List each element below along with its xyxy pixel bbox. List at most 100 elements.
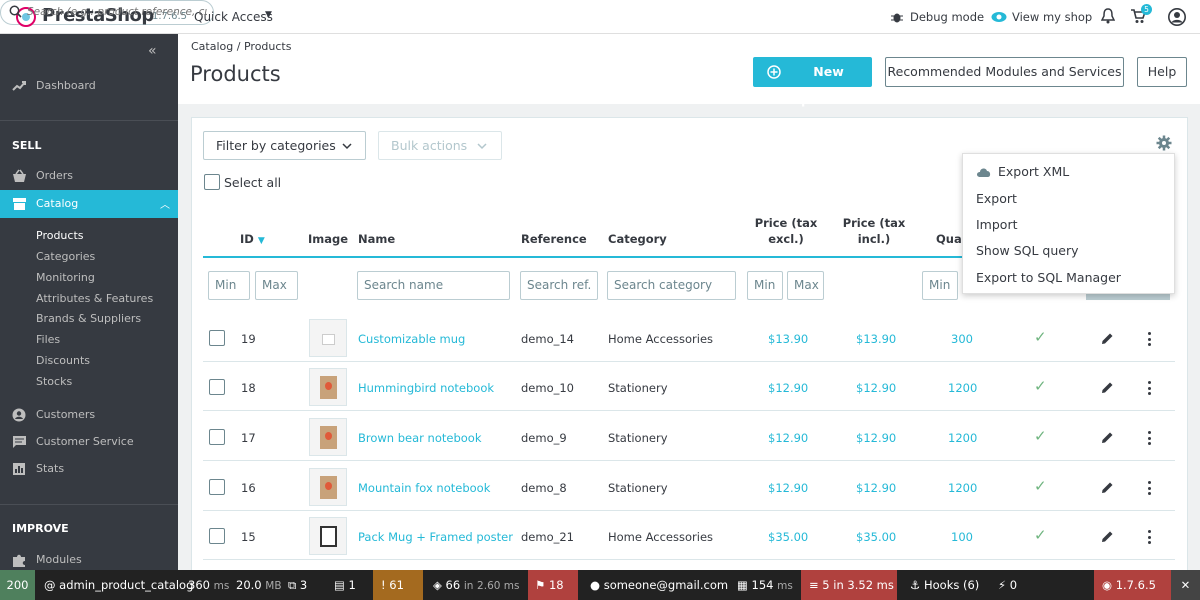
select-all-checkbox[interactable] bbox=[204, 174, 220, 190]
menu-item-import[interactable]: Import bbox=[976, 217, 1018, 232]
security-panel[interactable]: ⚑ 18 bbox=[528, 570, 578, 600]
request-time[interactable]: 360 ms bbox=[188, 570, 229, 600]
sidebar-sub-products[interactable]: Products bbox=[36, 229, 84, 242]
more-actions-icon[interactable] bbox=[1148, 431, 1151, 445]
more-actions-icon[interactable] bbox=[1148, 481, 1151, 495]
column-header-price-excl[interactable]: Price (tax excl.) bbox=[754, 216, 818, 246]
product-quantity[interactable]: 1200 bbox=[948, 381, 977, 395]
status-code[interactable]: 200 bbox=[0, 570, 35, 600]
edit-pencil-icon[interactable] bbox=[1101, 332, 1114, 345]
edit-pencil-icon[interactable] bbox=[1101, 431, 1114, 444]
edit-pencil-icon[interactable] bbox=[1101, 481, 1114, 494]
bulk-actions-dropdown[interactable]: Bulk actions bbox=[378, 131, 502, 160]
row-checkbox[interactable] bbox=[209, 528, 225, 544]
row-checkbox[interactable] bbox=[209, 379, 225, 395]
new-product-button[interactable]: New product bbox=[753, 57, 872, 107]
sort-desc-icon[interactable]: ▼ bbox=[258, 236, 265, 246]
debug-mode-link[interactable]: Debug mode bbox=[910, 10, 984, 24]
sidebar-item-customer-service[interactable]: Customer Service bbox=[0, 430, 178, 454]
column-header-price-incl[interactable]: Price (tax incl.) bbox=[842, 216, 906, 246]
logs-panel[interactable]: ! 61 bbox=[373, 570, 423, 600]
price-incl[interactable]: $12.90 bbox=[856, 381, 896, 395]
column-header-id[interactable]: ID ▼ bbox=[240, 232, 265, 246]
menu-item-show-sql[interactable]: Show SQL query bbox=[976, 243, 1079, 258]
edit-pencil-icon[interactable] bbox=[1101, 530, 1114, 543]
sidebar-item-stats[interactable]: Stats bbox=[0, 457, 178, 481]
price-incl[interactable]: $12.90 bbox=[856, 431, 896, 445]
product-thumbnail[interactable] bbox=[309, 468, 347, 506]
view-shop-link[interactable]: View my shop bbox=[1012, 10, 1092, 24]
search-input[interactable] bbox=[27, 3, 207, 20]
product-thumbnail[interactable] bbox=[309, 368, 347, 406]
price-incl[interactable]: $12.90 bbox=[856, 481, 896, 495]
sidebar-sub-stocks[interactable]: Stocks bbox=[36, 375, 72, 388]
sidebar-item-dashboard[interactable]: Dashboard bbox=[0, 74, 178, 98]
more-actions-icon[interactable] bbox=[1148, 332, 1151, 346]
product-name-link[interactable]: Pack Mug + Framed poster bbox=[358, 530, 513, 544]
database-panel[interactable]: ◈ 66 in 2.60 ms bbox=[433, 570, 519, 600]
filter-by-categories-dropdown[interactable]: Filter by categories bbox=[203, 131, 366, 160]
active-check-icon[interactable]: ✓ bbox=[1034, 477, 1047, 495]
active-check-icon[interactable]: ✓ bbox=[1034, 427, 1047, 445]
cache-panel[interactable]: ≡ 5 in 3.52 ms bbox=[801, 570, 897, 600]
filter-qty-min[interactable]: Min bbox=[922, 271, 958, 300]
price-incl[interactable]: $35.00 bbox=[856, 530, 896, 544]
memory-usage[interactable]: 20.0 MB bbox=[236, 570, 282, 600]
prestashop-version-panel[interactable]: ◉ 1.7.6.5 bbox=[1094, 570, 1171, 600]
product-thumbnail[interactable] bbox=[309, 319, 347, 357]
price-excl[interactable]: $12.90 bbox=[768, 481, 808, 495]
price-incl[interactable]: $13.90 bbox=[856, 332, 896, 346]
table-row[interactable] bbox=[203, 412, 1175, 461]
product-quantity[interactable]: 1200 bbox=[948, 431, 977, 445]
product-name-link[interactable]: Mountain fox notebook bbox=[358, 481, 490, 495]
price-excl[interactable]: $13.90 bbox=[768, 332, 808, 346]
active-check-icon[interactable]: ✓ bbox=[1034, 526, 1047, 544]
sidebar-item-orders[interactable]: Orders bbox=[0, 164, 178, 188]
sidebar-item-customers[interactable]: Customers bbox=[0, 403, 178, 427]
help-button[interactable]: Help bbox=[1137, 57, 1187, 87]
caret-down-icon[interactable]: ▼ bbox=[265, 10, 272, 20]
twig-panel[interactable]: ▤ 1 bbox=[334, 570, 356, 600]
collapse-sidebar-icon[interactable]: « bbox=[148, 43, 157, 59]
filter-price-excl-min[interactable]: Min bbox=[747, 271, 783, 300]
sidebar-sub-categories[interactable]: Categories bbox=[36, 250, 95, 263]
column-header-reference[interactable]: Reference bbox=[521, 232, 587, 246]
row-checkbox[interactable] bbox=[209, 479, 225, 495]
breadcrumb-catalog[interactable]: Catalog bbox=[191, 40, 233, 53]
gear-icon[interactable] bbox=[1156, 135, 1172, 151]
column-header-category[interactable]: Category bbox=[608, 232, 667, 246]
close-toolbar-icon[interactable]: ✕ bbox=[1171, 570, 1200, 600]
product-quantity[interactable]: 300 bbox=[951, 332, 973, 346]
sidebar-item-modules[interactable]: Modules bbox=[0, 548, 178, 572]
user-panel[interactable]: ● someone@gmail.com bbox=[590, 570, 728, 600]
menu-item-export[interactable]: Export bbox=[976, 191, 1017, 206]
account-icon[interactable] bbox=[1168, 8, 1186, 26]
more-actions-icon[interactable] bbox=[1148, 381, 1151, 395]
active-check-icon[interactable]: ✓ bbox=[1034, 377, 1047, 395]
hooks-panel[interactable]: ⚓ Hooks (6) bbox=[910, 570, 979, 600]
column-header-name[interactable]: Name bbox=[358, 232, 395, 246]
edit-pencil-icon[interactable] bbox=[1101, 381, 1114, 394]
sidebar-sub-brands[interactable]: Brands & Suppliers bbox=[36, 312, 141, 325]
sidebar-sub-monitoring[interactable]: Monitoring bbox=[36, 271, 95, 284]
table-row[interactable] bbox=[203, 362, 1175, 411]
product-quantity[interactable]: 1200 bbox=[948, 481, 977, 495]
sidebar-item-catalog[interactable]: Catalog ︿ bbox=[0, 190, 178, 218]
events-panel[interactable]: ⚡ 0 bbox=[998, 570, 1017, 600]
price-excl[interactable]: $12.90 bbox=[768, 381, 808, 395]
filter-price-excl-max[interactable]: Max bbox=[787, 271, 824, 300]
filter-reference-input[interactable]: Search ref. bbox=[520, 271, 598, 300]
product-name-link[interactable]: Hummingbird notebook bbox=[358, 381, 494, 395]
price-excl[interactable]: $35.00 bbox=[768, 530, 808, 544]
sidebar-sub-attributes[interactable]: Attributes & Features bbox=[36, 292, 153, 305]
more-actions-icon[interactable] bbox=[1148, 530, 1151, 544]
select-all-label[interactable]: Select all bbox=[224, 175, 281, 190]
bell-icon[interactable] bbox=[1101, 8, 1115, 24]
menu-item-export-sql-manager[interactable]: Export to SQL Manager bbox=[976, 270, 1121, 285]
row-checkbox[interactable] bbox=[209, 330, 225, 346]
filter-category-input[interactable]: Search category bbox=[607, 271, 736, 300]
sidebar-sub-discounts[interactable]: Discounts bbox=[36, 354, 90, 367]
table-row[interactable] bbox=[203, 462, 1175, 511]
row-checkbox[interactable] bbox=[209, 429, 225, 445]
filter-id-max[interactable]: Max bbox=[255, 271, 298, 300]
